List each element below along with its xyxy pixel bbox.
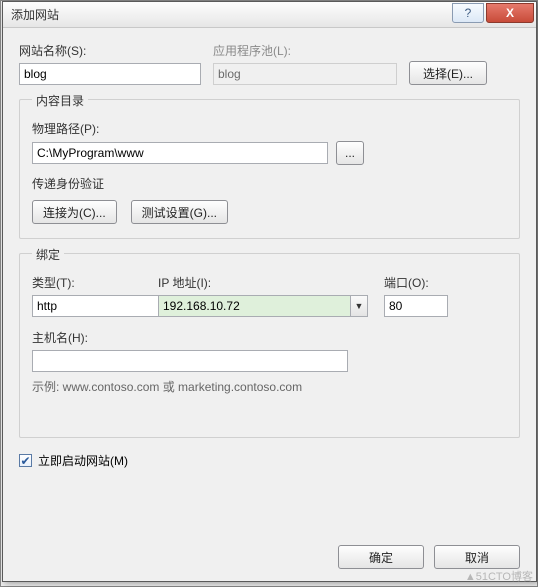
host-label: 主机名(H): bbox=[32, 329, 348, 346]
connect-as-button[interactable]: 连接为(C)... bbox=[32, 200, 117, 224]
titlebar: 添加网站 ? X bbox=[3, 2, 536, 28]
start-now-label: 立即启动网站(M) bbox=[38, 452, 128, 469]
start-now-checkbox[interactable]: ✔ bbox=[19, 454, 32, 467]
select-app-pool-button[interactable]: 选择(E)... bbox=[409, 61, 487, 85]
binding-legend: 绑定 bbox=[32, 246, 64, 263]
ip-label: IP 地址(I): bbox=[158, 274, 368, 291]
port-input[interactable] bbox=[384, 295, 448, 317]
auth-label: 传递身份验证 bbox=[32, 175, 507, 192]
content-dir-group: 内容目录 物理路径(P): ... 传递身份验证 连接为(C)... 测试设置(… bbox=[19, 99, 520, 239]
help-button[interactable]: ? bbox=[452, 3, 484, 23]
type-label: 类型(T): bbox=[32, 274, 142, 291]
watermark-text: ▲51CTO博客 bbox=[465, 568, 533, 584]
app-pool-label: 应用程序池(L): bbox=[213, 42, 397, 59]
content-dir-legend: 内容目录 bbox=[32, 92, 88, 109]
close-button[interactable]: X bbox=[486, 3, 534, 23]
type-select[interactable]: ▼ bbox=[32, 295, 142, 317]
help-icon: ? bbox=[465, 6, 472, 20]
cancel-button[interactable]: 取消 bbox=[434, 545, 520, 569]
physical-path-label: 物理路径(P): bbox=[32, 120, 507, 137]
test-settings-button[interactable]: 测试设置(G)... bbox=[131, 200, 228, 224]
dialog-add-website: 添加网站 ? X 网站名称(S): 应用程序池(L): 选择(E)... bbox=[2, 1, 537, 582]
port-label: 端口(O): bbox=[384, 274, 448, 291]
app-pool-input bbox=[213, 63, 397, 85]
close-icon: X bbox=[506, 6, 514, 20]
check-icon: ✔ bbox=[20, 455, 30, 467]
site-name-label: 网站名称(S): bbox=[19, 42, 201, 59]
ip-select[interactable]: ▼ bbox=[158, 295, 368, 317]
ok-button[interactable]: 确定 bbox=[338, 545, 424, 569]
browse-path-button[interactable]: ... bbox=[336, 141, 364, 165]
physical-path-input[interactable] bbox=[32, 142, 328, 164]
host-hint: 示例: www.contoso.com 或 marketing.contoso.… bbox=[32, 378, 507, 395]
site-name-input[interactable] bbox=[19, 63, 201, 85]
host-input[interactable] bbox=[32, 350, 348, 372]
dialog-title: 添加网站 bbox=[11, 6, 452, 23]
ip-input[interactable] bbox=[158, 295, 350, 317]
binding-group: 绑定 类型(T): ▼ IP 地址(I): ▼ bbox=[19, 253, 520, 438]
start-now-row[interactable]: ✔ 立即启动网站(M) bbox=[19, 452, 520, 469]
dialog-body: 网站名称(S): 应用程序池(L): 选择(E)... 内容目录 物理路径(P)… bbox=[3, 28, 536, 481]
chevron-down-icon[interactable]: ▼ bbox=[350, 295, 368, 317]
dialog-footer: 确定 取消 bbox=[338, 545, 520, 569]
